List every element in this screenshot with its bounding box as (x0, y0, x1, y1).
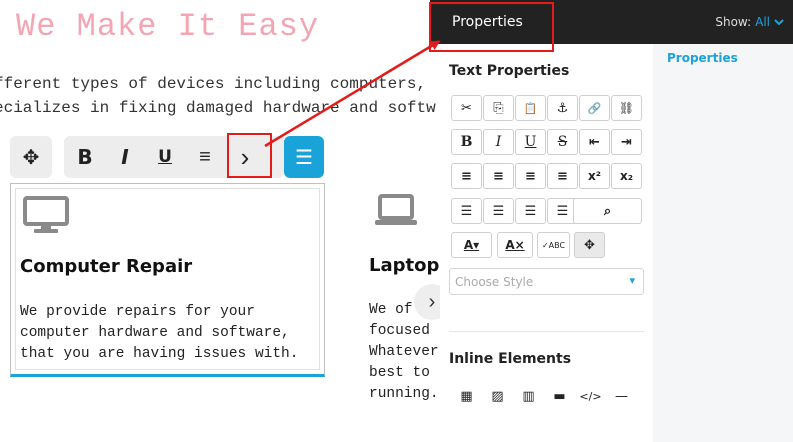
tab-properties[interactable]: Properties (430, 0, 545, 44)
cut-icon[interactable]: ✂ (451, 95, 482, 121)
choose-style-placeholder: Choose Style (455, 274, 534, 289)
ordered-list-icon[interactable]: ☰ (483, 198, 514, 224)
align-justify-icon[interactable]: ≡ (547, 163, 578, 189)
unordered-list-icon[interactable]: ☰ (451, 198, 482, 224)
paste-icon[interactable]: 📋 (515, 95, 546, 121)
format-painter-icon[interactable]: ✥ (574, 232, 605, 258)
card-text-line: running. (369, 386, 439, 402)
choose-style-select[interactable]: Choose Style ▾ (449, 268, 644, 295)
move-icon[interactable]: ✥ (12, 136, 50, 178)
alpha-list-icon[interactable]: ☰ (515, 198, 546, 224)
spellcheck-icon[interactable]: ✓ABC (537, 232, 570, 258)
bold-button[interactable]: B (66, 136, 104, 178)
format-group: B I U ≡ › (64, 136, 284, 178)
align-button[interactable]: ≡ (186, 136, 224, 178)
align-right-icon[interactable]: ≡ (515, 163, 546, 189)
card-title: Laptop R (369, 255, 440, 276)
card-text-line: that you are having issues with. (20, 346, 299, 362)
horizontal-rule-icon[interactable]: — (606, 383, 637, 409)
card-text-line: computer hardware and software, (20, 325, 290, 341)
chevron-down-icon: ▾ (629, 274, 635, 287)
outdent-icon[interactable]: ⇤ (579, 129, 610, 155)
hero-title: We Make It Easy (16, 8, 320, 45)
search-icon[interactable]: ⌕ (573, 198, 642, 224)
chevron-down-icon[interactable] (773, 17, 785, 27)
video-icon[interactable]: ▥ (513, 383, 544, 409)
underline-button[interactable]: U (515, 129, 546, 155)
bold-button[interactable]: B (451, 129, 482, 155)
intro-paragraph: fferent types of devices including compu… (0, 72, 436, 120)
desktop-icon (23, 196, 69, 233)
card-text-line: We provide repairs for your (20, 304, 255, 320)
page-canvas: We Make It Easy fferent types of devices… (0, 0, 440, 442)
unlink-icon[interactable]: ⛓ (611, 95, 642, 121)
italic-button[interactable]: I (483, 129, 514, 155)
italic-button[interactable]: I (106, 136, 144, 178)
subscript-icon[interactable]: x₂ (611, 163, 642, 189)
section-title-text-properties: Text Properties (449, 63, 570, 79)
service-card-selected[interactable]: Computer Repair We provide repairs for y… (10, 183, 325, 377)
card-text-line: Whatever (369, 344, 439, 360)
show-label: Show: (715, 15, 752, 29)
strikethrough-button[interactable]: S (547, 129, 578, 155)
card-text-line: focused (369, 323, 430, 339)
card-title: Computer Repair (20, 256, 193, 277)
card-description: We provide repairs for your computer har… (20, 302, 298, 365)
anchor-icon[interactable]: ⚓ (547, 95, 578, 121)
more-options-button[interactable]: › (226, 136, 264, 178)
table-icon[interactable]: ▦ (451, 383, 482, 409)
text-color-icon[interactable]: A▾ (451, 232, 492, 258)
card-text-line: best to (369, 365, 430, 381)
superscript-icon[interactable]: x² (579, 163, 610, 189)
show-value[interactable]: All (755, 15, 770, 29)
menu-button[interactable]: ☰ (284, 136, 324, 178)
clear-format-icon[interactable]: A× (497, 232, 533, 258)
side-navigation (653, 44, 793, 442)
properties-topbar: Properties Show: All (430, 0, 793, 44)
underline-button[interactable]: U (146, 136, 184, 178)
section-title-inline-elements: Inline Elements (449, 351, 572, 367)
sidebar-item-properties[interactable]: Properties (667, 51, 738, 65)
move-group: ✥ (10, 136, 52, 178)
image-icon[interactable]: ▨ (482, 383, 513, 409)
laptop-icon (375, 194, 417, 225)
align-left-icon[interactable]: ≡ (451, 163, 482, 189)
copy-icon[interactable]: ⎘ (483, 95, 514, 121)
intro-line: ecializes in fixing damaged hardware and… (0, 99, 436, 117)
code-icon[interactable]: </> (575, 383, 606, 409)
align-center-icon[interactable]: ≡ (483, 163, 514, 189)
button-element-icon[interactable]: ▬ (544, 383, 575, 409)
link-icon[interactable]: 🔗 (579, 95, 610, 121)
indent-icon[interactable]: ⇥ (611, 129, 642, 155)
section-divider (449, 331, 644, 332)
intro-line: fferent types of devices including compu… (0, 75, 427, 93)
show-filter[interactable]: Show: All (715, 0, 785, 44)
